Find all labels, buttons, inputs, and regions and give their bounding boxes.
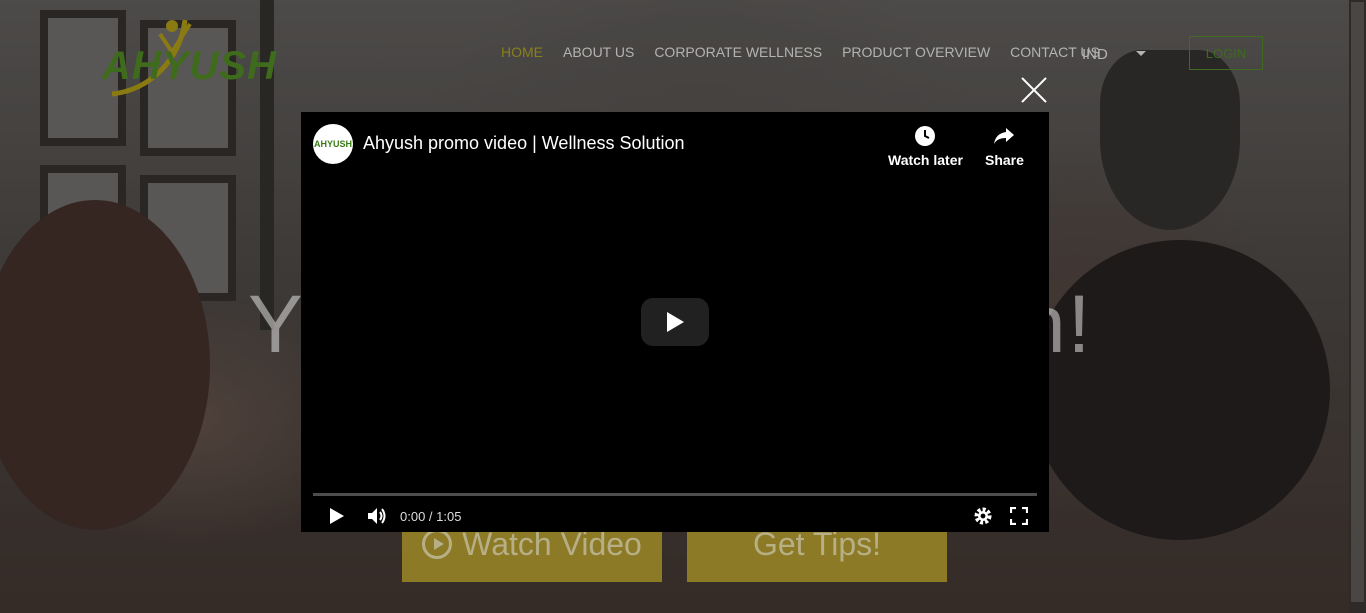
channel-avatar[interactable]: AHYUSH — [313, 124, 353, 164]
fullscreen-button[interactable] — [1005, 500, 1033, 532]
watch-later-button[interactable]: Watch later — [888, 124, 963, 168]
video-progress-bar[interactable] — [313, 493, 1037, 496]
nav-about-us[interactable]: ABOUT US — [563, 44, 634, 60]
large-play-button[interactable] — [641, 298, 709, 346]
watch-later-label: Watch later — [888, 152, 963, 168]
close-icon[interactable] — [1020, 76, 1048, 104]
language-select[interactable]: IND — [1082, 46, 1108, 63]
hero-heading-left: Y — [248, 279, 305, 370]
nav-home[interactable]: HOME — [501, 44, 543, 60]
settings-button[interactable] — [969, 500, 997, 532]
share-label: Share — [985, 152, 1024, 168]
channel-avatar-text: AHYUSH — [313, 139, 352, 149]
main-nav: HOME ABOUT US CORPORATE WELLNESS PRODUCT… — [501, 44, 1120, 60]
page-scrollbar[interactable] — [1349, 0, 1366, 613]
video-player[interactable]: AHYUSH Ahyush promo video | Wellness Sol… — [301, 112, 1049, 532]
fullscreen-icon — [1010, 507, 1028, 525]
volume-button[interactable] — [363, 500, 391, 532]
chevron-down-icon[interactable] — [1136, 51, 1146, 56]
play-control-button[interactable] — [323, 500, 351, 532]
login-button[interactable]: LOGIN — [1189, 36, 1263, 70]
play-icon — [667, 312, 684, 332]
volume-icon — [368, 508, 386, 524]
share-arrow-icon — [994, 128, 1015, 144]
ahyush-logo[interactable]: AHYUSH — [100, 10, 280, 100]
player-controls: 0:00 / 1:05 — [301, 500, 1049, 532]
play-icon — [330, 508, 344, 524]
play-circle-icon — [422, 529, 453, 559]
video-title[interactable]: Ahyush promo video | Wellness Solution — [363, 133, 685, 154]
logo-text: AHYUSH — [102, 44, 277, 88]
nav-corporate-wellness[interactable]: CORPORATE WELLNESS — [654, 44, 822, 60]
gear-icon — [974, 507, 992, 525]
share-button[interactable]: Share — [985, 124, 1024, 168]
nav-product-overview[interactable]: PRODUCT OVERVIEW — [842, 44, 990, 60]
time-display: 0:00 / 1:05 — [400, 509, 462, 524]
scrollbar-thumb[interactable] — [1351, 2, 1364, 602]
clock-icon — [915, 126, 936, 146]
